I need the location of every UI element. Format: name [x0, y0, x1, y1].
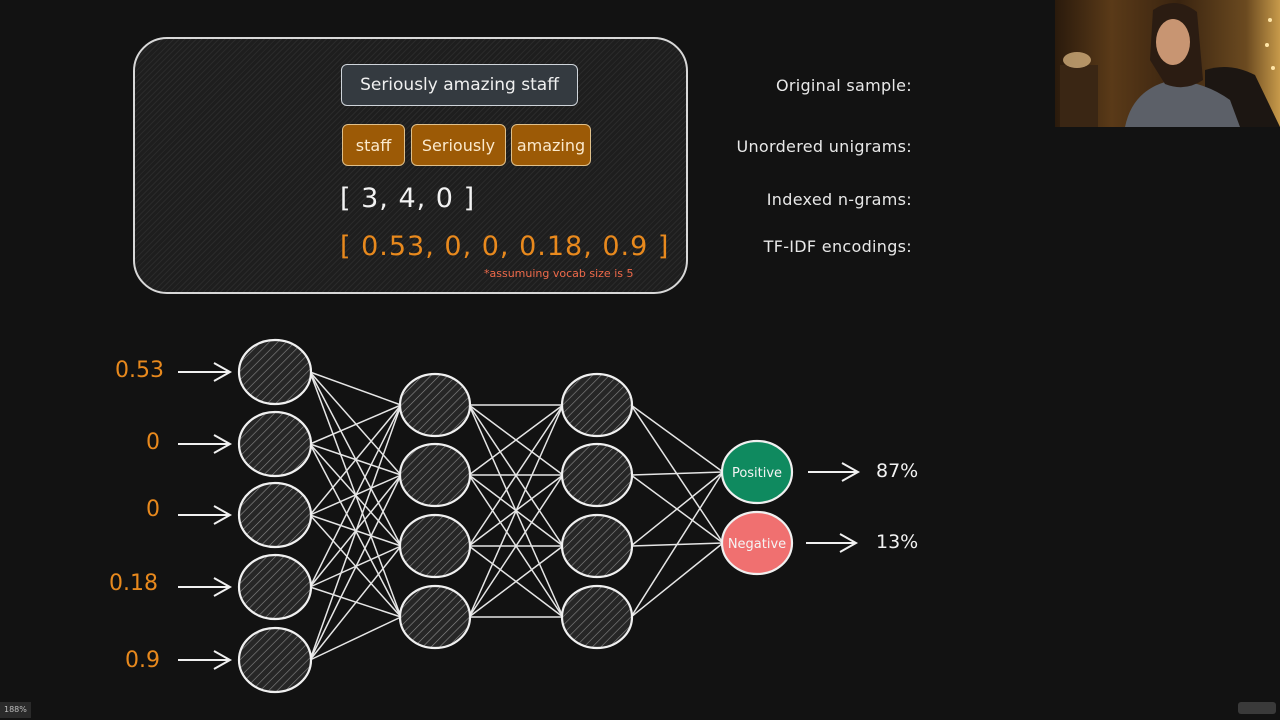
positive-probability: 87%	[876, 460, 919, 482]
input-value: 0	[146, 497, 160, 522]
input-node	[237, 338, 313, 406]
connection-line	[630, 404, 724, 473]
hidden-node	[398, 372, 472, 438]
output-node-label: Negative	[728, 537, 786, 552]
nodes: Positive Negative	[237, 338, 794, 694]
connection-line	[309, 545, 402, 661]
arrow-icon	[178, 362, 233, 382]
connection-line	[309, 474, 402, 661]
arrow-icon	[806, 533, 859, 553]
hidden-node	[398, 584, 472, 650]
hidden-node	[560, 513, 634, 579]
arrow-icon	[178, 577, 233, 597]
input-value: 0	[146, 430, 160, 455]
presenter-webcam	[1055, 0, 1280, 127]
arrow-icon	[808, 462, 861, 482]
negative-probability: 13%	[876, 531, 919, 553]
input-node	[237, 553, 313, 621]
input-node	[237, 626, 313, 694]
connection-line	[630, 471, 724, 547]
arrow-icon	[178, 650, 233, 670]
connection-line	[630, 542, 724, 618]
input-value: 0.9	[125, 648, 160, 673]
arrow-icon	[178, 434, 233, 454]
hidden-node	[560, 372, 634, 438]
input-value: 0.18	[109, 571, 158, 596]
arrow-icon	[178, 505, 233, 525]
connection-line	[630, 471, 724, 618]
hidden-node	[398, 513, 472, 579]
zoom-level-badge: 188%	[0, 702, 31, 718]
presenter-video-icon	[1060, 2, 1280, 127]
connections	[309, 371, 724, 661]
input-node	[237, 410, 313, 478]
hidden-node	[560, 584, 634, 650]
hidden-node	[398, 442, 472, 508]
hidden-node	[560, 442, 634, 508]
connection-line	[309, 404, 402, 588]
input-node	[237, 481, 313, 549]
output-node-label: Positive	[732, 466, 782, 481]
scrollbar-handle[interactable]	[1238, 702, 1276, 714]
connection-line	[309, 404, 402, 661]
input-value: 0.53	[115, 358, 164, 383]
